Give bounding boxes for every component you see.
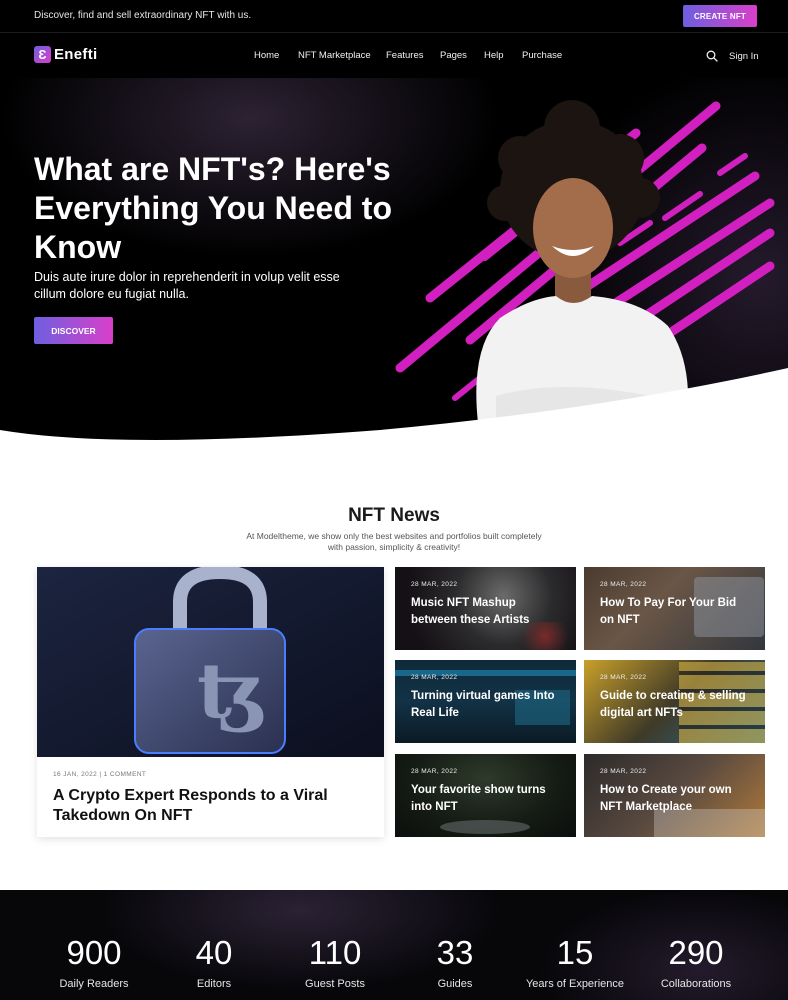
hero-title: What are NFT's? Here's Everything You Ne… bbox=[34, 151, 392, 265]
stats-section: 900 Daily Readers 40 Editors 110 Guest P… bbox=[0, 890, 788, 1000]
nav-item-purchase[interactable]: Purchase bbox=[522, 50, 562, 61]
person-photo bbox=[476, 100, 689, 428]
nav-item-pages[interactable]: Pages bbox=[440, 50, 467, 61]
stat-label: Daily Readers bbox=[59, 978, 129, 990]
tezos-logo-icon: ꜩ bbox=[197, 646, 266, 735]
news-card-title[interactable]: Your favorite show turns into NFT bbox=[411, 782, 561, 816]
stat-guides: 33 Guides bbox=[395, 934, 515, 990]
news-section-description: At Modeltheme, we show only the best web… bbox=[246, 531, 542, 552]
stat-label: Guest Posts bbox=[305, 978, 365, 990]
stat-label: Collaborations bbox=[660, 978, 732, 990]
stat-value: 15 bbox=[556, 934, 594, 971]
news-card-date: 28 MAR, 2022 bbox=[600, 581, 647, 588]
news-card-date: 28 MAR, 2022 bbox=[411, 581, 458, 588]
news-card[interactable]: 28 MAR, 2022 Music NFT Mashup between th… bbox=[395, 567, 576, 650]
stat-value: 40 bbox=[195, 934, 233, 971]
stat-value: 110 bbox=[308, 934, 362, 971]
featured-article-meta: 16 JAN, 2022 | 1 COMMENT bbox=[53, 771, 147, 778]
news-card-title[interactable]: How To Pay For Your Bid on NFT bbox=[600, 595, 750, 629]
stat-years-of-experience: 15 Years of Experience bbox=[515, 934, 635, 990]
logo-text: Enefti bbox=[54, 46, 98, 63]
news-card-title[interactable]: How to Create your own NFT Marketplace bbox=[600, 782, 750, 816]
news-card-date: 28 MAR, 2022 bbox=[600, 768, 647, 775]
news-card[interactable]: 28 MAR, 2022 Guide to creating & selling… bbox=[584, 660, 765, 743]
featured-article-title[interactable]: A Crypto Expert Responds to a Viral Take… bbox=[53, 786, 363, 826]
stat-value: 33 bbox=[436, 934, 474, 971]
stat-daily-readers: 900 Daily Readers bbox=[34, 934, 154, 990]
nav-item-features[interactable]: Features bbox=[386, 50, 424, 61]
news-card[interactable]: 28 MAR, 2022 Your favorite show turns in… bbox=[395, 754, 576, 837]
main-navigation: Ɛ Enefti Home NFT Marketplace Features P… bbox=[0, 33, 788, 78]
news-card[interactable]: 28 MAR, 2022 Turning virtual games Into … bbox=[395, 660, 576, 743]
stat-guest-posts: 110 Guest Posts bbox=[275, 934, 395, 990]
logo-mark-icon: Ɛ bbox=[34, 46, 51, 63]
hero-section: What are NFT's? Here's Everything You Ne… bbox=[0, 78, 788, 478]
stat-collaborations: 290 Collaborations bbox=[636, 934, 756, 990]
news-section-title: NFT News bbox=[348, 505, 440, 526]
nav-item-nft-marketplace[interactable]: NFT Marketplace bbox=[298, 50, 371, 61]
stat-value: 290 bbox=[668, 934, 724, 971]
news-card-date: 28 MAR, 2022 bbox=[411, 674, 458, 681]
news-card-date: 28 MAR, 2022 bbox=[411, 768, 458, 775]
top-bar: Discover, find and sell extraordinary NF… bbox=[0, 0, 788, 33]
stat-value: 900 bbox=[66, 934, 122, 971]
nav-item-home[interactable]: Home bbox=[254, 50, 279, 61]
stat-label: Guides bbox=[437, 978, 473, 990]
news-card[interactable]: 28 MAR, 2022 How to Create your own NFT … bbox=[584, 754, 765, 837]
search-icon[interactable] bbox=[706, 50, 718, 62]
stat-label: Editors bbox=[196, 978, 232, 990]
create-nft-button[interactable]: CREATE NFT bbox=[683, 5, 757, 27]
news-card-title[interactable]: Turning virtual games Into Real Life bbox=[411, 688, 561, 722]
stat-editors: 40 Editors bbox=[154, 934, 274, 990]
discover-button[interactable]: DISCOVER bbox=[34, 317, 113, 344]
sign-in-link[interactable]: Sign In bbox=[729, 51, 759, 62]
top-bar-tagline: Discover, find and sell extraordinary NF… bbox=[34, 10, 252, 21]
hero-subtitle: Duis aute irure dolor in reprehenderit i… bbox=[34, 270, 340, 301]
site-logo[interactable]: Ɛ Enefti bbox=[34, 46, 97, 63]
nav-item-help[interactable]: Help bbox=[484, 50, 504, 61]
news-card-title[interactable]: Guide to creating & selling digital art … bbox=[600, 688, 750, 722]
news-card[interactable]: 28 MAR, 2022 How To Pay For Your Bid on … bbox=[584, 567, 765, 650]
featured-article-image[interactable]: ꜩ bbox=[37, 567, 384, 757]
news-card-date: 28 MAR, 2022 bbox=[600, 674, 647, 681]
stat-label: Years of Experience bbox=[525, 978, 625, 990]
news-card-title[interactable]: Music NFT Mashup between these Artists bbox=[411, 595, 561, 629]
featured-article-card[interactable]: ꜩ 16 JAN, 2022 | 1 COMMENT A Crypto Expe… bbox=[37, 567, 384, 837]
